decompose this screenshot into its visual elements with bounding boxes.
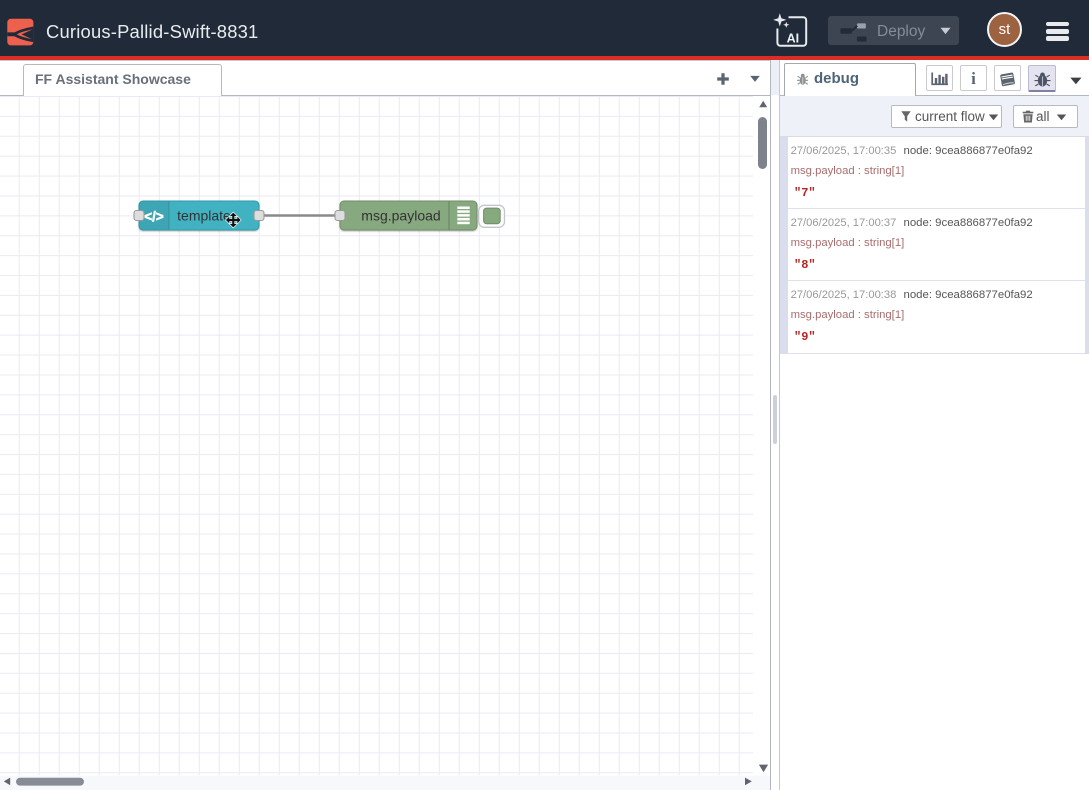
svg-text:Deploy: Deploy	[877, 22, 925, 39]
svg-text:template: template	[177, 208, 231, 224]
svg-text:AI: AI	[787, 32, 800, 46]
svg-text:msg.payload: msg.payload	[361, 208, 440, 224]
svg-text:</>: </>	[144, 209, 164, 224]
